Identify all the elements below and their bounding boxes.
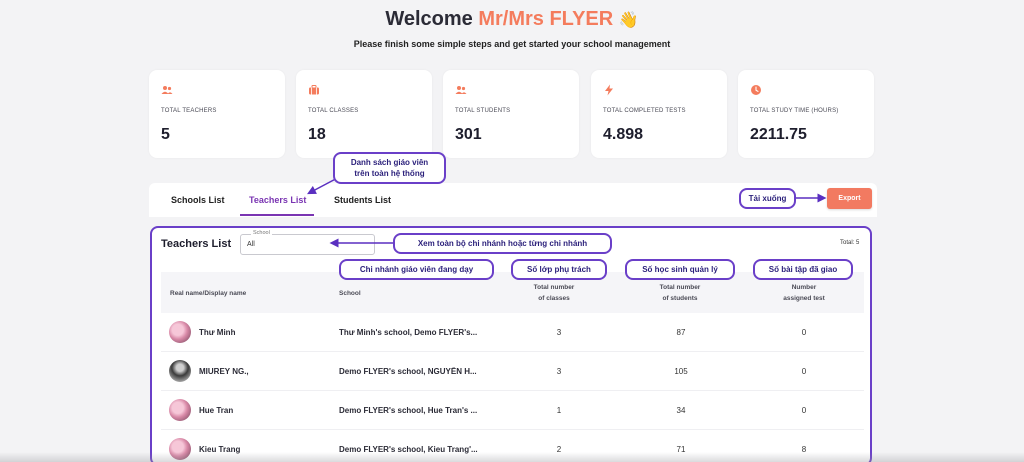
- stat-card-classes: TOTAL CLASSES 18: [296, 70, 432, 158]
- callout-filter: Xem toàn bộ chi nhánh hoặc từng chi nhán…: [393, 233, 612, 254]
- col-header-tests-l1: Number: [791, 284, 817, 291]
- col-header-students: Total number of students: [646, 282, 714, 304]
- school-filter-select[interactable]: School All: [240, 230, 375, 255]
- bottom-edge-shadow: [0, 452, 1024, 462]
- col-header-students-l1: Total number: [659, 284, 701, 291]
- briefcase-icon: [309, 85, 319, 95]
- stat-value: 301: [455, 126, 482, 143]
- stat-value: 2211.75: [750, 126, 807, 143]
- tab-students-list[interactable]: Students List: [334, 195, 391, 205]
- teacher-students: 105: [674, 367, 688, 376]
- teacher-students: 34: [676, 406, 686, 415]
- teacher-name[interactable]: Thư Minh: [199, 328, 235, 337]
- col-header-tests-l2: assigned test: [783, 295, 825, 302]
- stat-label: TOTAL CLASSES: [308, 108, 359, 114]
- stat-card-students: TOTAL STUDENTS 301: [443, 70, 579, 158]
- welcome-header: Welcome Mr/Mrs FLYER 👋 Please finish som…: [0, 8, 1024, 49]
- teacher-school: Thư Minh's school, Demo FLYER's...: [339, 328, 478, 337]
- stat-label: TOTAL COMPLETED TESTS: [603, 108, 686, 114]
- callout-teachers-list: Danh sách giáo viên trên toàn hệ thống: [333, 152, 446, 184]
- row-divider: [161, 351, 864, 352]
- callout-school: Chi nhánh giáo viên đang dạy: [339, 259, 494, 280]
- welcome-subtitle: Please finish some simple steps and get …: [353, 39, 671, 49]
- callout-teachers-list-l2: trên toàn hệ thống: [354, 169, 425, 178]
- col-header-classes-l1: Total number: [533, 284, 575, 291]
- clock-icon: [751, 85, 761, 95]
- avatar: [169, 321, 191, 343]
- users-icon: [161, 86, 173, 94]
- stat-value: 5: [161, 126, 170, 143]
- tab-schools-list[interactable]: Schools List: [171, 195, 225, 205]
- teacher-students: 87: [676, 328, 686, 337]
- tab-teachers-list[interactable]: Teachers List: [249, 195, 306, 205]
- col-header-classes: Total number of classes: [520, 282, 588, 304]
- welcome-prefix: Welcome: [385, 8, 473, 30]
- col-header-school: School: [339, 290, 361, 297]
- stat-label: TOTAL TEACHERS: [161, 108, 217, 114]
- teacher-school: Demo FLYER's school, NGUYỄN H...: [339, 367, 477, 376]
- school-filter-legend: School: [251, 230, 272, 236]
- col-header-tests: Number assigned test: [770, 282, 838, 304]
- teacher-classes: 1: [556, 406, 562, 415]
- school-filter-value: All: [247, 241, 255, 248]
- teacher-classes: 3: [556, 367, 562, 376]
- avatar: [169, 360, 191, 382]
- section-title: Teachers List: [161, 238, 232, 250]
- stat-card-tests: TOTAL COMPLETED TESTS 4.898: [591, 70, 727, 158]
- avatar: [169, 399, 191, 421]
- callout-students: Số học sinh quản lý: [625, 259, 735, 280]
- stat-value: 18: [308, 126, 326, 143]
- export-button[interactable]: Export: [827, 188, 872, 209]
- active-tab-indicator: [240, 214, 314, 216]
- total-count: Total: 5: [840, 240, 860, 246]
- callout-tests: Số bài tập đã giao: [753, 259, 853, 280]
- users-icon: [455, 86, 467, 94]
- col-header-classes-l2: of classes: [538, 295, 570, 302]
- row-divider: [161, 429, 864, 430]
- user-name: Mr/Mrs FLYER: [478, 8, 614, 30]
- teacher-classes: 3: [556, 328, 562, 337]
- welcome-title: Welcome Mr/Mrs FLYER 👋: [0, 8, 1024, 32]
- teacher-tests: 0: [801, 367, 807, 376]
- stat-value: 4.898: [603, 126, 644, 143]
- teacher-tests: 0: [801, 328, 807, 337]
- wave-icon: 👋: [618, 12, 639, 29]
- callout-download: Tải xuống: [739, 188, 796, 209]
- col-header-name: Real name/Display name: [170, 290, 247, 297]
- stat-card-study-time: TOTAL STUDY TIME (HOURS) 2211.75: [738, 70, 874, 158]
- teacher-name[interactable]: MIUREY NG.,: [199, 367, 249, 376]
- stat-card-teachers: TOTAL TEACHERS 5: [149, 70, 285, 158]
- bolt-icon: [605, 84, 613, 96]
- teacher-name[interactable]: Hue Tran: [199, 406, 233, 415]
- callout-classes: Số lớp phụ trách: [511, 259, 607, 280]
- col-header-students-l2: of students: [662, 295, 698, 302]
- callout-teachers-list-l1: Danh sách giáo viên: [350, 158, 429, 167]
- teacher-tests: 0: [801, 406, 807, 415]
- teacher-school: Demo FLYER's school, Hue Tran's ...: [339, 406, 478, 415]
- row-divider: [161, 390, 864, 391]
- stat-label: TOTAL STUDENTS: [455, 108, 511, 114]
- stat-label: TOTAL STUDY TIME (HOURS): [750, 108, 839, 114]
